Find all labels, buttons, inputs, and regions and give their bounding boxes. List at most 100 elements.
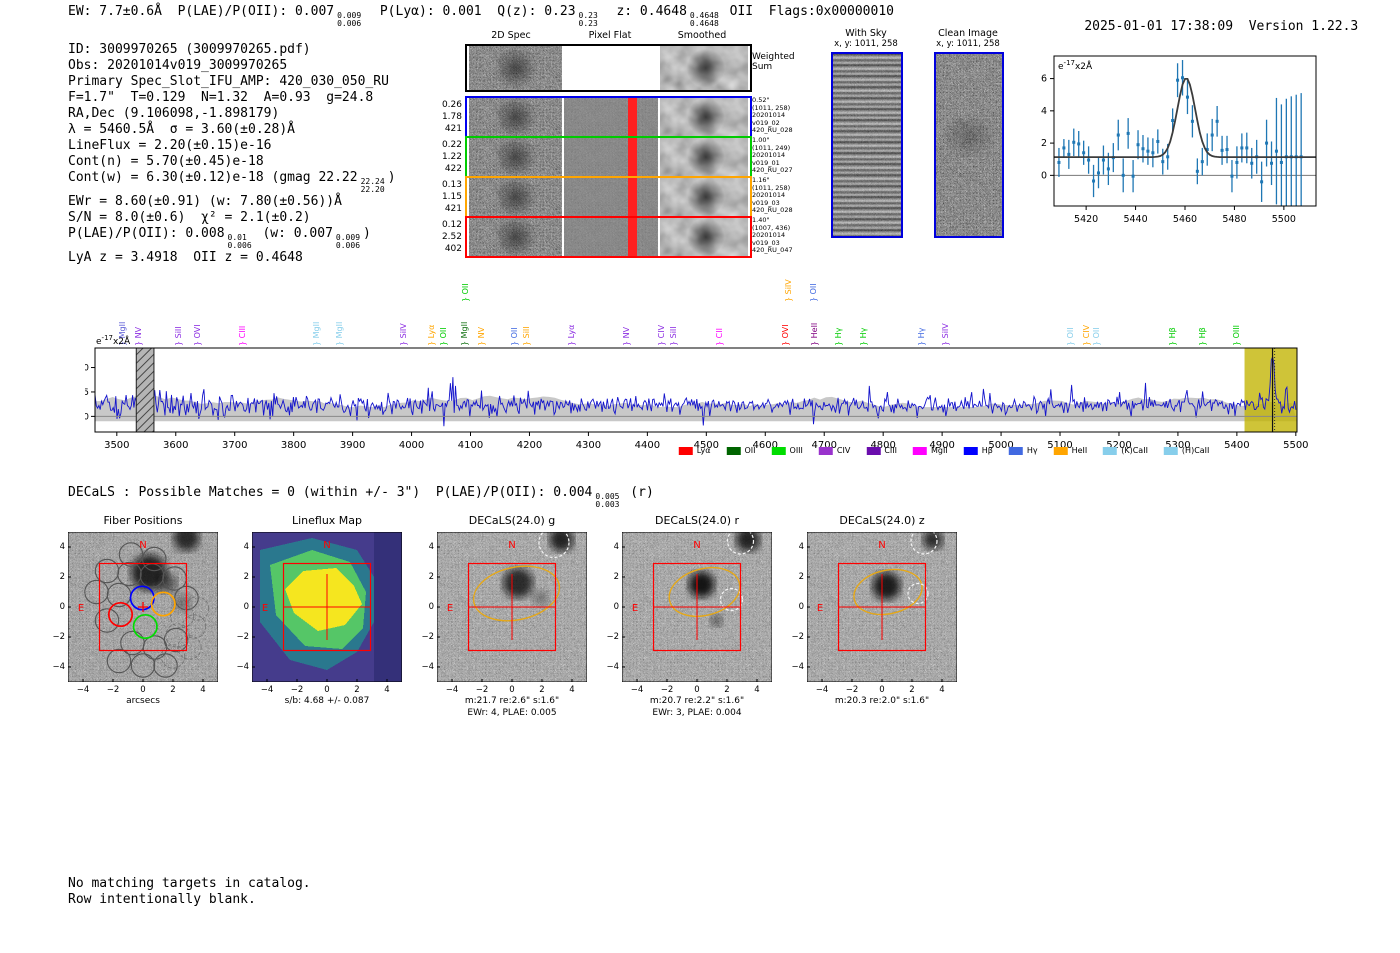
data-point — [1087, 158, 1091, 162]
line-marker-OII: } OII — [1065, 327, 1075, 346]
with-sky-panel: With Sky x, y: 1011, 258 — [828, 28, 904, 238]
data-point — [1161, 160, 1165, 164]
line-marker-MgII: } MgII — [334, 321, 344, 346]
y-tick-label: 4 — [59, 542, 65, 552]
y-tick-label: 2.5 — [85, 388, 89, 398]
data-point — [1146, 149, 1150, 153]
data-point — [1126, 131, 1130, 135]
legend-swatch — [963, 446, 978, 455]
smooth-blob — [660, 98, 748, 136]
data-point — [1210, 133, 1214, 137]
x-tick-label: 0 — [324, 685, 330, 695]
data-point — [1116, 133, 1120, 137]
y-tick-label: 6 — [1041, 74, 1047, 85]
smooth-blob — [660, 178, 748, 216]
y-tick-label: 4 — [798, 542, 804, 552]
cutout-xlabel-2: EWr: 3, PLAE: 0.004 — [652, 708, 742, 718]
with-sky-image — [831, 52, 903, 238]
y-tick-label: −4 — [791, 662, 804, 672]
legend-item: Hβ — [963, 446, 993, 455]
line-marker-Hβ: } Hβ — [1198, 327, 1208, 346]
data-point — [1195, 169, 1199, 173]
data-point — [1230, 174, 1234, 178]
y-tick-label: 0.0 — [85, 412, 89, 422]
legend-item: CIII — [866, 446, 897, 455]
highlight-band — [1244, 348, 1297, 432]
cutout-xlabel-1: arcsecs — [126, 696, 160, 706]
line-marker-CIII: } CIII — [237, 325, 247, 346]
legend-item: (H)CaII — [1163, 446, 1209, 455]
y-tick-label: 0 — [1041, 170, 1047, 181]
text-segment: P(Lyα): 0.001 Q(z): 0.23 — [364, 4, 576, 19]
cutout-image: NE — [436, 526, 588, 683]
data-point — [1101, 158, 1105, 162]
line-marker-SiIV: } SiIV — [399, 323, 409, 346]
spec2d-row-box — [465, 216, 752, 258]
spec2d-row-box — [465, 44, 752, 92]
x-tick-label: −4 — [630, 685, 644, 695]
x-tick-label: 4400 — [635, 440, 660, 451]
row-left-labels: 0.12 2.52 402 — [441, 220, 462, 254]
stacked-fraction: 0.01 0.006 — [227, 233, 252, 250]
row-right-labels: 1.00" (1011, 249) 20201014 v019_01 420_R… — [752, 136, 793, 175]
clean-image-panel: Clean Image x, y: 1011, 258 — [930, 28, 1006, 238]
text-segment: DECaLS : Possible Matches = 0 (within +/… — [68, 485, 593, 500]
spec2d-cell-flat — [564, 98, 658, 136]
y-tick-label: 0 — [613, 602, 619, 612]
line-marker-SiII: } SiII — [668, 326, 678, 346]
line-marker-CIV: } CIV — [1082, 324, 1092, 346]
header-summary: EW: 7.7±0.6Å P(LAE)/P(OII): 0.007 0.009 0.… — [68, 4, 894, 28]
cutout-panels: Fiber Positions N E −4 −4 −2 −2 0 0 2 2 4 4 arcsecs Li… — [0, 508, 1400, 718]
clean-image-title: Clean Image — [938, 28, 998, 39]
cutout-xlabel-1: s/b: 4.68 +/- 0.087 — [284, 696, 370, 706]
legend-item: Lyα — [678, 446, 711, 455]
info-line-3: Primary Spec_Slot_IFU_AMP: 420_030_050_R… — [68, 74, 396, 90]
x-tick-label: 5460 — [1173, 214, 1197, 225]
text-segment: Cont(w) = 6.30(±0.12)e-18 (gmag 22.22 — [68, 170, 358, 185]
line-marker-MgII: } MgII — [311, 321, 321, 346]
y-tick-label: −2 — [421, 632, 434, 642]
y-tick-label: 2 — [1041, 138, 1047, 149]
data-point — [1166, 155, 1170, 159]
y-tick-label: −2 — [606, 632, 619, 642]
y-tick-label: −2 — [52, 632, 65, 642]
y-tick-label: −2 — [791, 632, 804, 642]
spec2d-row-box — [465, 176, 752, 218]
cutout-title: Lineflux Map — [291, 514, 363, 527]
line-marker-SiIV: } SiIV — [783, 279, 793, 302]
legend-label: Hβ — [981, 446, 993, 455]
x-tick-label: −4 — [76, 685, 90, 695]
x-tick-label: 2 — [909, 685, 915, 695]
x-tick-label: −2 — [106, 685, 120, 695]
weighted-sum-label: Weighted Sum — [752, 52, 795, 72]
line-marker-Hγ: } Hγ — [859, 327, 869, 346]
with-sky-title: With Sky — [845, 28, 887, 39]
line-marker-OIII: } OIII — [1232, 324, 1242, 346]
data-point — [1245, 146, 1249, 150]
text-segment: S/N = 8.0(±0.6) χ² = 2.1(±0.2) — [68, 210, 311, 225]
legend-swatch — [1163, 446, 1178, 455]
noise-blob — [469, 218, 562, 256]
row-left-labels: 0.26 1.78 421 — [441, 100, 462, 134]
x-tick-label: 4 — [384, 685, 390, 695]
legend-item: OII — [726, 446, 756, 455]
y-tick-label: 4 — [613, 542, 619, 552]
compass-east: E — [632, 603, 638, 614]
x-tick-label: 3800 — [281, 440, 306, 451]
legend-label: CIII — [884, 446, 897, 455]
text-segment: LyA z = 3.4918 OII z = 0.4648 — [68, 250, 303, 265]
footer-line-2: Row intentionally blank. — [68, 891, 256, 907]
spec2d-cell-smooth — [660, 178, 748, 216]
flux-exp: -17 — [1063, 59, 1075, 67]
x-tick-label: −2 — [290, 685, 304, 695]
x-tick-label: 3700 — [222, 440, 247, 451]
flux-rest: x2Å — [1074, 62, 1093, 72]
y-tick-label: 2 — [428, 572, 434, 582]
text-segment: LineFlux = 2.20(±0.15)e-16 — [68, 138, 272, 153]
line-marker-Hβ: } Hβ — [1167, 327, 1177, 346]
legend-item: (K)CaII — [1103, 446, 1148, 455]
x-tick-label: 0 — [879, 685, 885, 695]
x-tick-label: 4300 — [576, 440, 601, 451]
report-version: Version 1.22.3 — [1248, 19, 1359, 34]
